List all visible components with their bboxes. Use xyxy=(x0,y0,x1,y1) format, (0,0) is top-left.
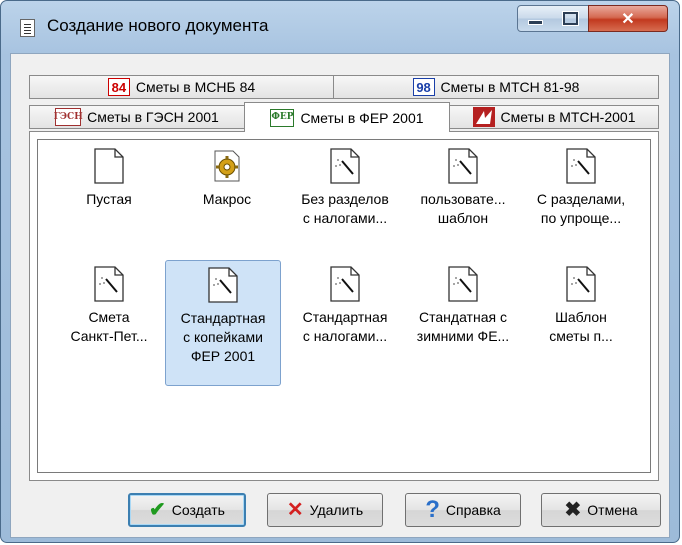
wizard-doc-icon xyxy=(566,148,596,184)
template-label-line3: ФЕР 2001 xyxy=(190,348,256,364)
template-label-line2: зимними ФЕ... xyxy=(416,328,510,344)
cancel-button[interactable]: ✖ Отмена xyxy=(541,493,661,527)
tab-label: Сметы в МСНБ 84 xyxy=(135,79,256,95)
template-label-line2: с налогами... xyxy=(302,210,388,226)
delete-button-label: Удалить xyxy=(309,502,364,518)
template-label-line1: Стандартная xyxy=(180,310,266,326)
template-label-line1: Стандатная с xyxy=(419,309,507,325)
template-label: Макрос xyxy=(202,191,252,207)
template-label-line2: с копейками xyxy=(183,329,263,345)
maximize-icon xyxy=(563,12,578,25)
mtsn-2001-icon xyxy=(472,107,495,127)
close-button[interactable]: ✕ xyxy=(588,5,668,32)
template-winter[interactable]: Стандатная с зимними ФЕ... xyxy=(404,266,522,346)
tab-label: Сметы в ГЭСН 2001 xyxy=(87,109,219,125)
template-label-line1: С разделами, xyxy=(536,191,626,207)
wizard-doc-icon xyxy=(566,266,596,302)
wizard-doc-icon xyxy=(448,148,478,184)
tab-panel: Пустая Макрос Без разделов с налогами... xyxy=(29,131,659,481)
close-icon: ✕ xyxy=(621,10,635,28)
template-label-line2: Санкт-Пет... xyxy=(70,328,148,344)
wizard-doc-icon xyxy=(330,266,360,302)
cancel-x-icon: ✖ xyxy=(564,499,582,521)
tab-gesn-2001[interactable]: ГЭСН Сметы в ГЭСН 2001 xyxy=(29,105,245,129)
tab-fer-2001[interactable]: ФЕР Сметы в ФЕР 2001 xyxy=(244,102,450,132)
wizard-doc-icon xyxy=(448,266,478,302)
tab-mtsn-2001[interactable]: Сметы в МТСН-2001 xyxy=(449,105,659,129)
template-label-line2: по упроще... xyxy=(540,210,622,226)
maximize-button[interactable] xyxy=(553,5,589,32)
blank-doc-icon xyxy=(94,148,124,184)
template-label-line2: с налогами... xyxy=(302,328,388,344)
document-app-icon xyxy=(20,19,35,37)
template-standard-taxes[interactable]: Стандартная с налогами... xyxy=(286,266,404,346)
template-no-sections-taxes[interactable]: Без разделов с налогами... xyxy=(286,148,404,228)
help-button[interactable]: ? Справка xyxy=(405,493,521,527)
template-standard-kopecks-selected[interactable]: Стандартная с копейками ФЕР 2001 xyxy=(165,260,281,386)
mtsn-98-icon: 98 xyxy=(412,78,435,96)
template-label-line1: Без разделов xyxy=(301,191,389,207)
tab-msnb-84[interactable]: 84 Сметы в МСНБ 84 xyxy=(29,75,334,99)
template-label-line1: Стандартная xyxy=(302,309,388,325)
templates-list[interactable]: Пустая Макрос Без разделов с налогами... xyxy=(37,139,651,473)
wizard-doc-icon xyxy=(94,266,124,302)
template-label-line1: Смета xyxy=(88,309,130,325)
macro-gear-icon xyxy=(212,148,242,184)
template-user[interactable]: пользовате... шаблон xyxy=(404,148,522,228)
create-button[interactable]: ✔ Создать xyxy=(128,493,246,527)
tab-label: Сметы в МТСН-2001 xyxy=(500,109,636,125)
dialog-window: Создание нового документа ✕ 84 Сметы в М… xyxy=(0,0,680,543)
help-question-icon: ? xyxy=(425,496,440,523)
cancel-button-label: Отмена xyxy=(587,502,638,518)
wizard-doc-icon xyxy=(208,267,238,303)
template-spb[interactable]: Смета Санкт-Пет... xyxy=(50,266,168,346)
template-estimate-pattern[interactable]: Шаблон сметы п... xyxy=(522,266,640,346)
fer-icon: ФЕР xyxy=(270,108,295,127)
title-bar[interactable]: Создание нового документа ✕ xyxy=(1,1,679,53)
minimize-icon xyxy=(528,20,543,25)
gesn-icon: ГЭСН xyxy=(54,108,83,126)
wizard-doc-icon xyxy=(330,148,360,184)
delete-button[interactable]: ✕ Удалить xyxy=(267,493,383,527)
tab-label: Сметы в ФЕР 2001 xyxy=(300,109,424,126)
template-label-line1: пользовате... xyxy=(420,191,506,207)
template-label: Пустая xyxy=(86,191,132,207)
help-button-label: Справка xyxy=(445,502,501,518)
template-label-line1: Шаблон xyxy=(555,309,607,325)
template-label-line2: шаблон xyxy=(437,210,489,226)
template-with-sections[interactable]: С разделами, по упроще... xyxy=(522,148,640,228)
delete-x-icon: ✕ xyxy=(286,499,304,521)
window-title: Создание нового документа xyxy=(47,16,269,35)
create-button-label: Создать xyxy=(171,502,225,518)
tab-mtsn-81-98[interactable]: 98 Сметы в МТСН 81-98 xyxy=(333,75,659,99)
checkmark-icon: ✔ xyxy=(149,499,166,521)
template-macro[interactable]: Макрос xyxy=(168,148,286,209)
minimize-button[interactable] xyxy=(517,5,554,32)
template-label-line2: сметы п... xyxy=(549,328,613,344)
template-blank[interactable]: Пустая xyxy=(50,148,168,209)
tab-label: Сметы в МТСН 81-98 xyxy=(440,79,580,95)
msnb-84-icon: 84 xyxy=(107,78,130,96)
